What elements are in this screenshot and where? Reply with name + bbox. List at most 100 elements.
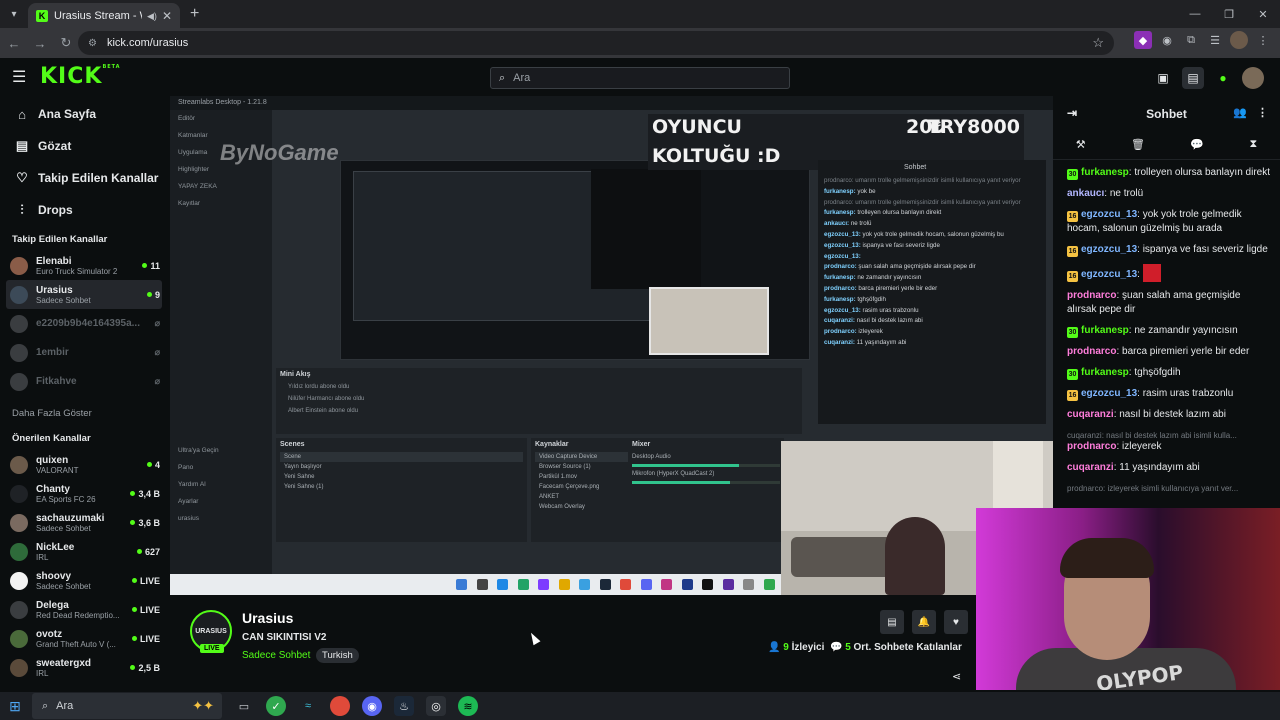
channel-item[interactable]: Delega Red Dead Redemptio... LIVE (6, 595, 162, 624)
chat-username[interactable]: egzozcu_13 (1081, 209, 1137, 220)
chat-username[interactable]: prodnarco (1067, 290, 1116, 301)
channel-item[interactable]: ovotz Grand Theft Auto V (... LIVE (6, 624, 162, 653)
language-tag[interactable]: Turkish (316, 648, 359, 663)
taskbar-search[interactable]: ⌕ Ara ✦✦ (32, 693, 222, 719)
sidebar-nav-label: Ana Sayfa (38, 107, 97, 121)
forward-icon[interactable]: → (28, 31, 52, 55)
minimize-icon[interactable]: — (1178, 0, 1212, 28)
viewer-label: İzleyici (791, 642, 825, 653)
channel-item[interactable]: NickLee IRL 627 (6, 537, 162, 566)
sidebar-nav-item[interactable]: ▤ Gözat (0, 130, 170, 162)
green-app-icon[interactable]: ✓ (266, 696, 286, 716)
share-icon[interactable]: ⋖ (952, 670, 961, 683)
profile-avatar[interactable] (1230, 31, 1248, 49)
layout-icon[interactable]: ▤ (1182, 67, 1204, 89)
clip-icon[interactable]: ▤ (880, 610, 904, 634)
chat-username[interactable]: ankaucı (1067, 188, 1104, 199)
menu-icon[interactable]: ☰ (12, 69, 30, 87)
more-menu-icon[interactable]: ⋮ (1254, 31, 1272, 49)
chat-username[interactable]: egzozcu_13 (1081, 269, 1137, 280)
sidebar: ⌂ Ana Sayfa ▤ Gözat ♡ Takip Edilen Kanallar ⫶ D… (0, 98, 170, 690)
close-tab-icon[interactable]: ✕ (162, 9, 172, 23)
channel-item[interactable]: sachauzumaki Sadece Sohbet 3,6 B (6, 508, 162, 537)
nested-webcam (649, 287, 769, 355)
reading-list-icon[interactable]: ☰ (1206, 31, 1224, 49)
hammer-icon[interactable]: ⚒ (1076, 138, 1086, 151)
follow-heart-icon[interactable]: ♥ (944, 610, 968, 634)
chat-message: 16 egzozcu_13: rasim uras trabzonlu (1067, 388, 1234, 401)
offline-icon: ⌀ (154, 318, 160, 328)
channel-item[interactable]: Urasius Sadece Sohbet 9 (6, 280, 162, 309)
channel-item[interactable]: shoovy Sadece Sohbet LIVE (6, 566, 162, 595)
stream-category[interactable]: Sadece Sohbet (242, 650, 310, 661)
chat-bubble-icon[interactable]: 💬 (1190, 138, 1204, 151)
restore-icon[interactable]: ❐ (1212, 0, 1246, 28)
channel-item[interactable]: sweatergxd IRL 2,5 B (6, 653, 162, 682)
tab-audio-icon[interactable]: ◀) (147, 11, 157, 22)
nested-app-icon (640, 579, 652, 590)
theater-icon[interactable]: ▣ (1152, 67, 1174, 89)
chat-username[interactable]: prodnarco (1067, 441, 1116, 452)
channel-category: IRL (36, 668, 49, 678)
users-icon[interactable]: 👥 (1233, 106, 1247, 119)
extension-icon[interactable]: ◆ (1134, 31, 1152, 49)
steam-icon[interactable]: ♨ (394, 696, 414, 716)
hourglass-icon[interactable]: ⧗ (1250, 138, 1258, 151)
chat-username[interactable]: egzozcu_13 (1081, 388, 1137, 399)
stream-chat-title: Sohbet (904, 164, 927, 171)
os-taskbar: ⊞ ⌕ Ara ✦✦ ▭ ✓ ≈ ◉ ♨ ◎ ≋ (0, 692, 1280, 720)
browser-tab[interactable]: K Urasius Stream - Watch Live ◀) ✕ (28, 3, 180, 29)
channel-item[interactable]: Elenabi Euro Truck Simulator 2 11 (6, 251, 162, 280)
sidebar-nav-item[interactable]: ⫶ Drops (0, 194, 170, 226)
video-player[interactable]: Streamlabs Desktop - 1.21.8 Editör Katman… (170, 96, 1053, 595)
extension-icon[interactable]: ◉ (1158, 31, 1176, 49)
nested-chat-preview (591, 169, 701, 289)
channel-item[interactable]: e2209b9b4e164395a... ⌀ (6, 309, 162, 338)
channel-item[interactable]: Fitkahve ⌀ (6, 367, 162, 396)
browser-tabstrip: ▾ K Urasius Stream - Watch Live ◀) ✕ + —… (0, 0, 1280, 29)
channel-name[interactable]: Urasius (242, 610, 293, 626)
app-icon[interactable]: ≈ (298, 696, 318, 716)
discord-icon[interactable]: ◉ (362, 696, 382, 716)
chrome-icon[interactable] (330, 696, 350, 716)
show-more-link[interactable]: Daha Fazla Göster (0, 396, 170, 425)
tab-search-icon[interactable]: ▾ (0, 0, 28, 28)
windows-start-icon[interactable]: ⊞ (0, 692, 30, 720)
url-field[interactable]: ⚙ kick.com/urasius ☆ (78, 31, 1114, 55)
kick-wallet-icon[interactable]: ● (1212, 67, 1234, 89)
user-avatar[interactable] (1242, 67, 1264, 89)
chat-message: 30 furkanesp: ne zamandır yayıncısın (1067, 325, 1238, 338)
chat-username[interactable]: furkanesp (1081, 367, 1129, 378)
sidebar-nav-item[interactable]: ⌂ Ana Sayfa (0, 98, 170, 130)
channel-item[interactable]: quixen VALORANT 4 (6, 450, 162, 479)
suggested-channels-title: Önerilen Kanallar (12, 433, 91, 444)
chat-username[interactable]: cuqaranzi (1067, 462, 1114, 473)
collapse-chat-icon[interactable]: ⇥ (1067, 106, 1077, 120)
chat-username[interactable]: egzozcu_13 (1081, 244, 1137, 255)
puzzle-icon[interactable]: ⧉ (1182, 31, 1200, 49)
sidebar-nav-item[interactable]: ♡ Takip Edilen Kanallar (0, 162, 170, 194)
kick-logo[interactable]: KICKBETA (40, 64, 121, 89)
chat-username[interactable]: cuqaranzi (1067, 409, 1114, 420)
chat-username[interactable]: furkanesp (1081, 325, 1129, 336)
new-tab-icon[interactable]: + (190, 5, 199, 23)
channel-name: Fitkahve (36, 376, 77, 387)
search-input[interactable]: ⌕ Ara (490, 67, 790, 89)
back-icon[interactable]: ← (2, 31, 26, 55)
channel-avatar (10, 542, 28, 561)
reload-icon[interactable]: ↻ (54, 31, 78, 55)
channel-item[interactable]: 1embir ⌀ (6, 338, 162, 367)
notification-bell-icon[interactable]: 🔔 (912, 610, 936, 634)
close-window-icon[interactable]: ✕ (1246, 0, 1280, 28)
app-icon[interactable]: ◎ (426, 696, 446, 716)
spotify-icon[interactable]: ≋ (458, 696, 478, 716)
chat-username[interactable]: prodnarco (1067, 346, 1116, 357)
chat-username[interactable]: furkanesp (1081, 167, 1129, 178)
bookmark-star-icon[interactable]: ☆ (1092, 35, 1104, 51)
site-info-icon[interactable]: ⚙ (88, 38, 97, 49)
chat-message: 30 furkanesp: tghşöfgdih (1067, 367, 1181, 380)
trash-icon[interactable]: 🗑 (1131, 138, 1145, 151)
channel-item[interactable]: Chanty EA Sports FC 26 3,4 B (6, 479, 162, 508)
task-view-icon[interactable]: ▭ (234, 696, 254, 716)
more-options-icon[interactable]: ⋮ (1257, 106, 1268, 119)
